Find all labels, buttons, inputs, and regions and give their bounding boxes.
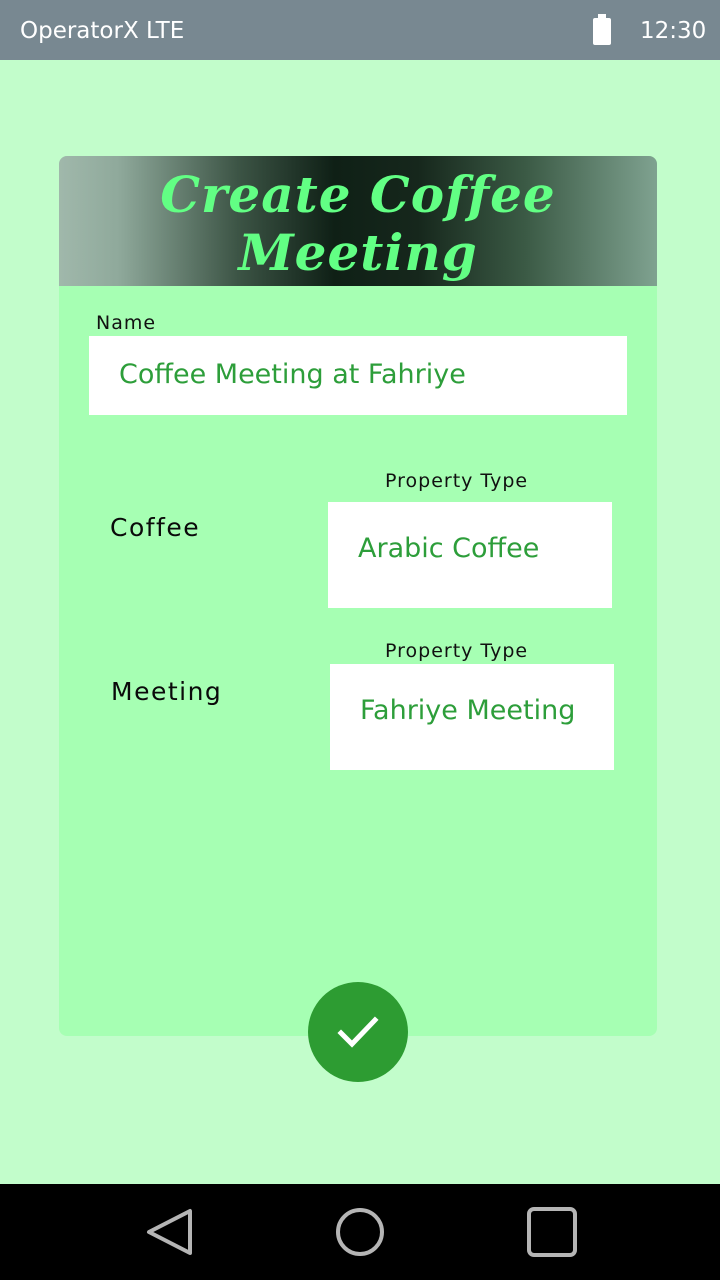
page-title: Create Coffee Meeting: [59, 166, 657, 282]
checkmark-icon: [337, 1016, 379, 1048]
meeting-row-label: Meeting: [111, 677, 223, 706]
carrier-name: OperatorX LTE: [20, 18, 185, 44]
name-label: Name: [96, 312, 157, 334]
meeting-property-type-field[interactable]: Fahriye Meeting: [330, 664, 614, 770]
coffee-property-type-label: Property Type: [385, 470, 529, 492]
coffee-row-label: Coffee: [110, 513, 201, 542]
create-meeting-card: Create Coffee Meeting Name Coffee Meetin…: [59, 156, 657, 1036]
meeting-property-type-value: Fahriye Meeting: [360, 695, 576, 726]
home-circle-icon[interactable]: [334, 1206, 386, 1258]
status-bar: OperatorX LTE 12:30: [0, 0, 720, 60]
meeting-property-type-label: Property Type: [385, 640, 529, 662]
coffee-property-type-value: Arabic Coffee: [358, 533, 540, 564]
page-title-line-2: Meeting: [238, 223, 478, 282]
card-header: Create Coffee Meeting: [59, 156, 657, 286]
name-input[interactable]: Coffee Meeting at Fahriye: [89, 336, 627, 415]
recents-square-icon[interactable]: [526, 1206, 578, 1258]
status-clock: 12:30: [640, 18, 707, 44]
back-triangle-icon[interactable]: [145, 1208, 195, 1256]
page-title-line-1: Create Coffee: [160, 165, 556, 224]
battery-icon: [593, 14, 611, 45]
confirm-button[interactable]: [308, 982, 408, 1082]
coffee-property-type-field[interactable]: Arabic Coffee: [328, 502, 612, 608]
name-input-value: Coffee Meeting at Fahriye: [119, 359, 466, 390]
navigation-bar: [0, 1184, 720, 1280]
